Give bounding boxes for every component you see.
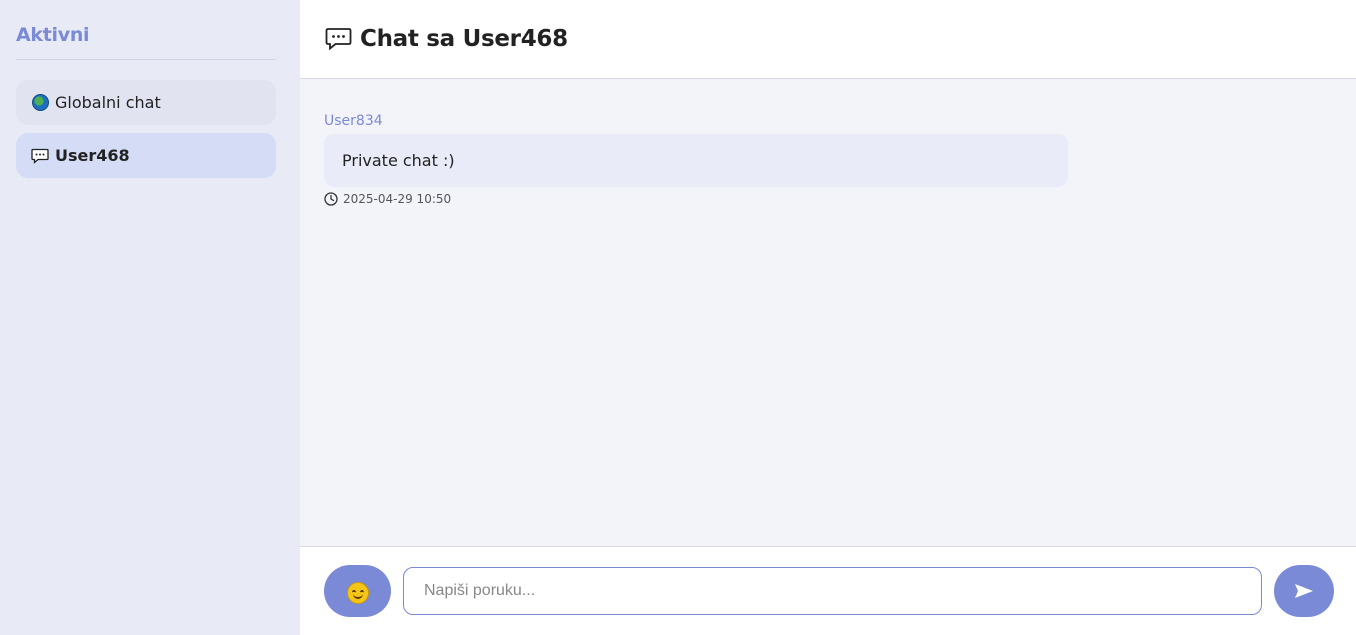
send-arrow-icon [1294, 583, 1314, 599]
clock-icon [324, 192, 338, 206]
message-composer [300, 546, 1356, 635]
speech-bubble-icon [325, 25, 353, 53]
message-bubble: Private chat :) [324, 134, 1068, 187]
message-input[interactable] [403, 567, 1262, 615]
sidebar-title: Aktivni [16, 0, 276, 60]
message-meta: 2025-04-29 10:50 [324, 192, 1068, 206]
sidebar: Aktivni Globalni chat User468 [0, 0, 300, 635]
chat-header: Chat sa User468 [300, 0, 1356, 79]
page-title: Chat sa User468 [360, 26, 568, 52]
message-list: User834 Private chat :) 2025-04-29 10:50 [300, 79, 1356, 546]
chat-main: Chat sa User468 User834 Private chat :) … [300, 0, 1356, 635]
message-item: User834 Private chat :) 2025-04-29 10:50 [324, 113, 1068, 206]
sidebar-item-label: User468 [55, 146, 130, 165]
globe-icon [31, 94, 49, 112]
sidebar-item-user468[interactable]: User468 [16, 133, 276, 178]
sidebar-item-global-chat[interactable]: Globalni chat [16, 80, 276, 125]
sidebar-item-label: Globalni chat [55, 93, 161, 112]
message-text: Private chat :) [342, 151, 455, 170]
emoji-button[interactable] [324, 565, 391, 617]
message-sender: User834 [324, 113, 383, 129]
message-timestamp: 2025-04-29 10:50 [343, 192, 452, 206]
send-button[interactable] [1274, 565, 1334, 617]
chat-list: Globalni chat User468 [16, 80, 276, 178]
chat-app: Aktivni Globalni chat User468 Chat sa Us… [0, 0, 1356, 635]
speech-bubble-icon [31, 147, 49, 165]
smiley-icon [346, 582, 369, 604]
